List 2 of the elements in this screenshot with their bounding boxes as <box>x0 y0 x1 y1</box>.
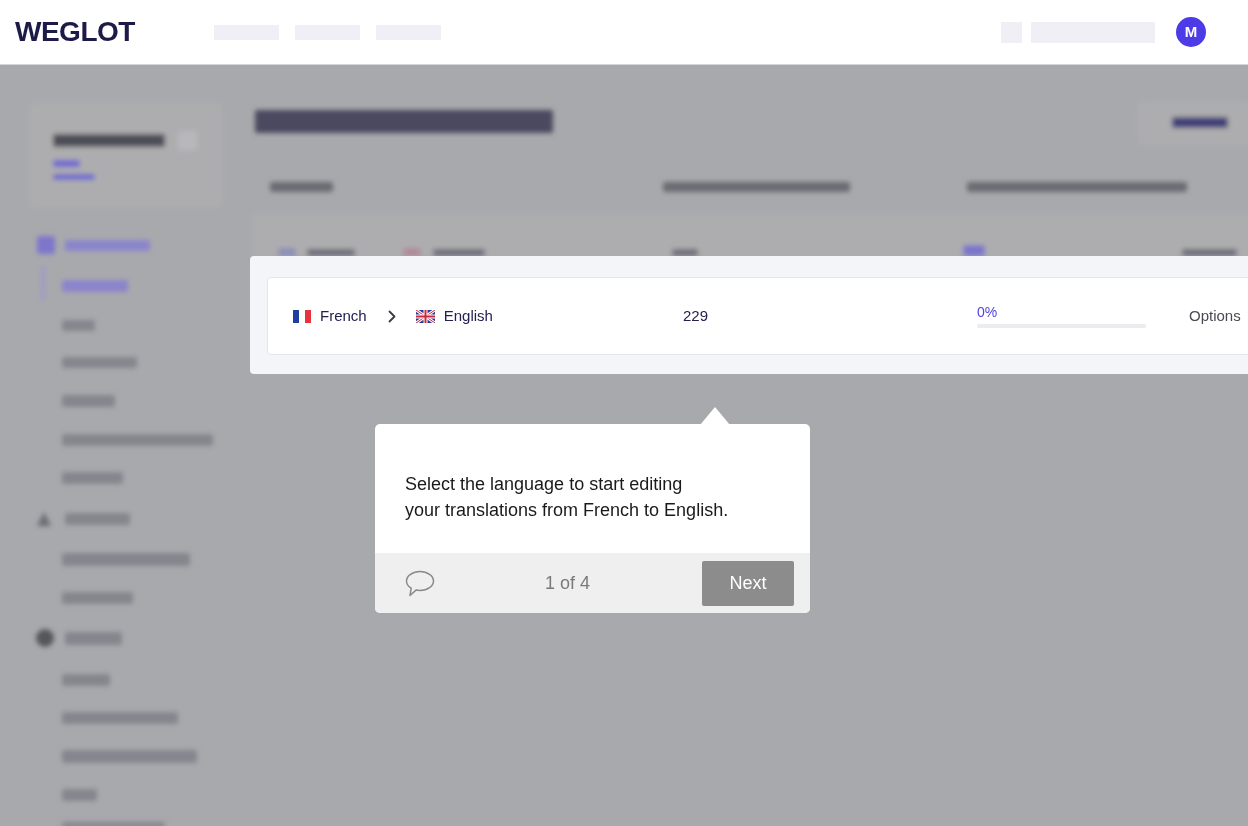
user-avatar[interactable]: M <box>1176 17 1206 47</box>
logo[interactable]: WEGLOT <box>15 18 135 46</box>
